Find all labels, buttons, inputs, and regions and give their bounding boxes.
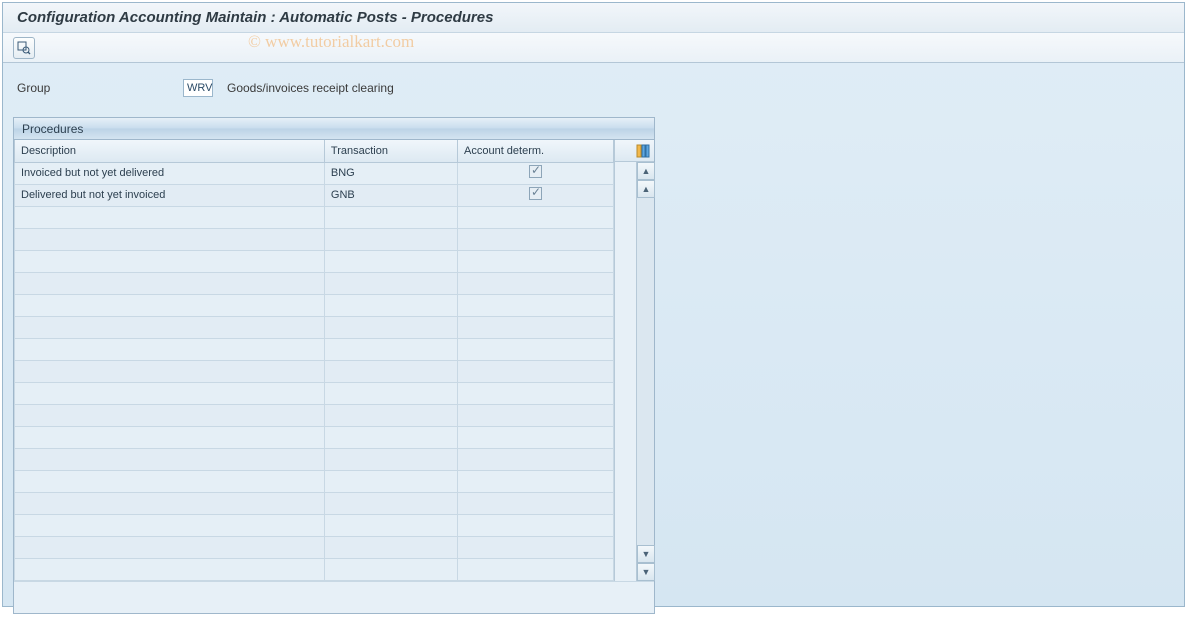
cell-description[interactable]: Invoiced but not yet delivered [15,162,325,184]
table-row[interactable]: Delivered but not yet invoiced GNB [15,184,614,206]
checkbox-checked-icon[interactable] [529,165,542,178]
col-header-transaction[interactable]: Transaction [324,140,457,162]
table-settings-icon [636,144,650,158]
table-row[interactable] [15,382,614,404]
triangle-down-icon: ▼ [642,567,651,577]
checkbox-checked-icon[interactable] [529,187,542,200]
triangle-down-icon: ▼ [642,549,651,559]
table-row[interactable] [15,338,614,360]
cell-account-determ [458,162,614,184]
panel-title-text: Procedures [22,122,83,136]
client-area: Group WRV Goods/invoices receipt clearin… [3,63,1184,624]
group-row: Group WRV Goods/invoices receipt clearin… [13,79,1174,97]
app-frame: Configuration Accounting Maintain : Auto… [2,2,1185,607]
cell-transaction: BNG [324,162,457,184]
table-row[interactable] [15,294,614,316]
panel-title: Procedures [14,118,654,140]
group-description: Goods/invoices receipt clearing [227,81,394,95]
vertical-scrollbar[interactable]: ▲ ▲ ▼ ▼ [636,162,654,581]
toolbar [3,33,1184,63]
table-row[interactable] [15,316,614,338]
cell-transaction: GNB [324,184,457,206]
table-row[interactable] [15,228,614,250]
table-row[interactable] [15,206,614,228]
triangle-up-icon: ▲ [642,166,651,176]
table-header-row: Description Transaction Account determ. [15,140,614,162]
triangle-up-icon: ▲ [642,184,651,194]
title-bar: Configuration Accounting Maintain : Auto… [3,3,1184,33]
table-row[interactable] [15,250,614,272]
scroll-column: ▲ ▲ ▼ ▼ [614,140,654,581]
table-row[interactable]: Invoiced but not yet delivered BNG [15,162,614,184]
table-row[interactable] [15,536,614,558]
table-row[interactable] [15,272,614,294]
panel-footer [14,581,654,613]
table-row[interactable] [15,558,614,580]
table-row[interactable] [15,470,614,492]
table-row[interactable] [15,404,614,426]
col-header-description[interactable]: Description [15,140,325,162]
table-settings-cell[interactable] [615,140,654,162]
scroll-up-button[interactable]: ▲ [637,162,655,180]
inspect-button[interactable] [13,37,35,59]
table-row[interactable] [15,448,614,470]
cell-account-determ [458,184,614,206]
table-row[interactable] [15,514,614,536]
table-row[interactable] [15,426,614,448]
procedures-table: Description Transaction Account determ. … [14,140,614,581]
scroll-down-button[interactable]: ▼ [637,563,655,581]
page-title: Configuration Accounting Maintain : Auto… [17,9,493,26]
group-code-field[interactable]: WRV [183,79,213,97]
scroll-page-up-button[interactable]: ▲ [637,180,655,198]
scroll-page-down-button[interactable]: ▼ [637,545,655,563]
table-row[interactable] [15,360,614,382]
group-label: Group [17,81,183,95]
procedures-panel: Procedures Description Transaction Accou… [13,117,655,614]
table-row[interactable] [15,492,614,514]
inspect-icon [17,41,31,55]
col-header-account-determ[interactable]: Account determ. [458,140,614,162]
cell-description[interactable]: Delivered but not yet invoiced [15,184,325,206]
table-wrap: Description Transaction Account determ. … [14,140,654,581]
